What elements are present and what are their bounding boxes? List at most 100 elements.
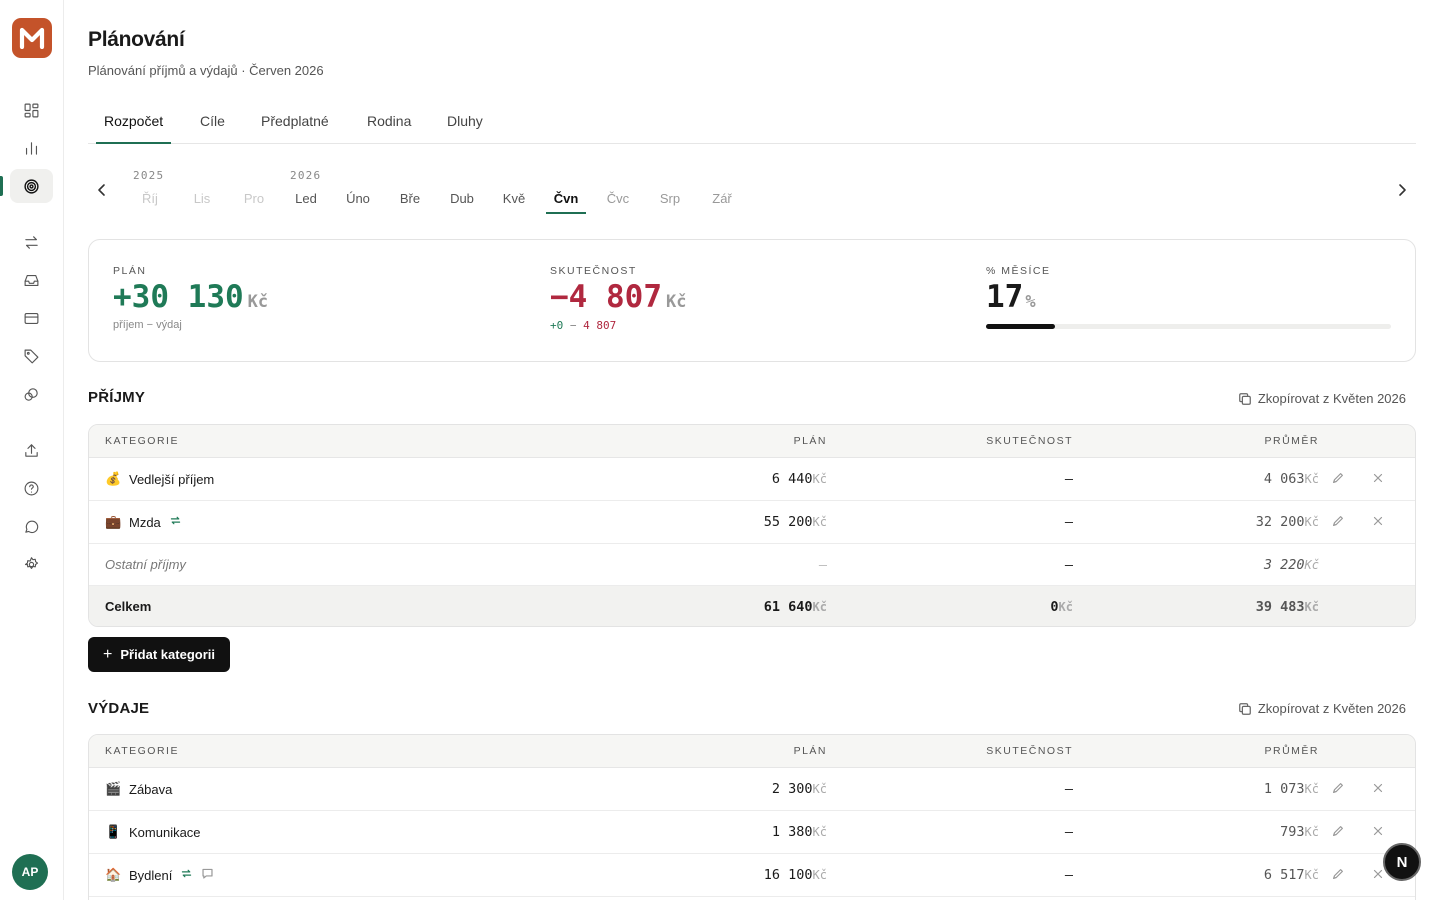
- tab-family[interactable]: Rodina: [359, 113, 419, 144]
- phone-icon: 📱: [105, 824, 122, 839]
- month-item[interactable]: Dub: [442, 191, 482, 212]
- nav-planning[interactable]: [10, 169, 53, 203]
- nav-investments[interactable]: [10, 377, 53, 411]
- month-item[interactable]: Srp: [650, 191, 690, 212]
- col-actual: SKUTEČNOST: [986, 745, 1073, 757]
- month-item[interactable]: Led: [286, 191, 326, 212]
- month-item[interactable]: Lis: [182, 191, 222, 212]
- income-copy-link[interactable]: Zkopírovat z Květen 2026: [1238, 391, 1406, 406]
- delete-button[interactable]: [1371, 824, 1387, 840]
- total-avg-amount: 39 483: [1255, 599, 1305, 615]
- floating-action-button[interactable]: N: [1383, 843, 1421, 881]
- currency: Kč: [1304, 825, 1319, 839]
- table-row[interactable]: 🎬 Zábava 2 300Kč – 1 073Kč: [89, 768, 1415, 811]
- avg-cell: 4 063Kč: [1264, 471, 1319, 487]
- table-row[interactable]: 🏠 Bydlení 16 100Kč – 6 517Kč: [89, 854, 1415, 897]
- month-item[interactable]: Zář: [702, 191, 742, 212]
- currency: Kč: [812, 600, 827, 614]
- plan-cell[interactable]: 1 380Kč: [772, 824, 827, 840]
- nav-help[interactable]: [10, 471, 53, 505]
- category-cell: 💰 Vedlejší příjem: [105, 471, 214, 487]
- summary-plan: PLÁN +30 130 Kč příjem − výdaj: [113, 265, 268, 331]
- pencil-icon: [1333, 869, 1343, 879]
- active-nav-indicator: [0, 176, 3, 196]
- tab-subscriptions[interactable]: Předplatné: [253, 113, 337, 144]
- next-month-button[interactable]: [1394, 182, 1410, 198]
- logo-m-icon: [19, 27, 45, 49]
- month-item[interactable]: Úno: [338, 191, 378, 212]
- nav-transactions[interactable]: [10, 225, 53, 259]
- nav-feedback[interactable]: [10, 509, 53, 543]
- nav-reports[interactable]: [10, 131, 53, 165]
- month-progress-fill: [986, 324, 1055, 329]
- month-item[interactable]: Pro: [234, 191, 274, 212]
- month-progress-bar: [986, 324, 1391, 329]
- app-logo[interactable]: [12, 18, 52, 58]
- plan-cell[interactable]: 2 300Kč: [772, 781, 827, 797]
- delete-button[interactable]: [1371, 514, 1387, 530]
- month-pct-unit: %: [1025, 292, 1036, 312]
- expenses-copy-link[interactable]: Zkopírovat z Květen 2026: [1238, 701, 1406, 716]
- edit-button[interactable]: [1331, 781, 1347, 797]
- avg-amount: 1 073: [1263, 781, 1305, 797]
- currency: Kč: [1304, 868, 1319, 882]
- nav-import[interactable]: [10, 433, 53, 467]
- month-item-active[interactable]: Čvn: [546, 191, 586, 214]
- user-avatar[interactable]: AP: [12, 854, 48, 890]
- plan-cell[interactable]: 16 100Kč: [764, 867, 827, 883]
- tab-goals[interactable]: Cíle: [192, 113, 233, 144]
- nav-accounts[interactable]: [10, 301, 53, 335]
- table-row[interactable]: 💼 Mzda 55 200Kč – 32 200Kč: [89, 501, 1415, 544]
- plan-amount: 2 300: [771, 781, 813, 797]
- nav-inbox[interactable]: [10, 263, 53, 297]
- delete-button[interactable]: [1371, 781, 1387, 797]
- nav-tags[interactable]: [10, 339, 53, 373]
- expenses-table: KATEGORIE PLÁN SKUTEČNOST PRŮMĚR 🎬 Zábav…: [88, 734, 1416, 900]
- month-item[interactable]: Říj: [130, 191, 170, 212]
- add-category-label: Přidat kategorii: [120, 647, 215, 662]
- category-name: Mzda: [129, 514, 161, 530]
- table-row[interactable]: 📱 Komunikace 1 380Kč – 793Kč: [89, 811, 1415, 854]
- pencil-icon: [1333, 826, 1343, 836]
- avg-amount: 4 063: [1263, 471, 1305, 487]
- inbox-icon: [24, 274, 39, 286]
- chevron-left-icon: [98, 184, 105, 196]
- avg-amount: 793: [1280, 824, 1305, 840]
- add-category-button[interactable]: + Přidat kategorii: [88, 637, 230, 672]
- table-row[interactable]: 💰 Vedlejší příjem 6 440Kč – 4 063Kč: [89, 458, 1415, 501]
- actual-cell: –: [1064, 824, 1073, 840]
- month-item[interactable]: Bře: [390, 191, 430, 212]
- col-avg: PRŮMĚR: [1264, 745, 1319, 757]
- col-plan: PLÁN: [793, 745, 827, 757]
- month-item[interactable]: Čvc: [598, 191, 638, 212]
- note-icon[interactable]: [201, 867, 214, 883]
- prev-month-button[interactable]: [94, 182, 110, 198]
- total-actual: 0Kč: [1050, 599, 1073, 615]
- delete-button[interactable]: [1371, 471, 1387, 487]
- month-item[interactable]: Kvě: [494, 191, 534, 212]
- month-selector: 2025 2026 Říj Lis Pro Led Úno Bře Dub Kv…: [88, 160, 1416, 220]
- clapper-icon: 🎬: [105, 781, 122, 796]
- summary-card: PLÁN +30 130 Kč příjem − výdaj SKUTEČNOST…: [88, 239, 1416, 362]
- edit-button[interactable]: [1331, 867, 1347, 883]
- plan-cell[interactable]: 55 200Kč: [764, 514, 827, 530]
- plan-amount: +30 130: [113, 279, 244, 315]
- tab-budget[interactable]: Rozpočet: [96, 113, 172, 144]
- recurring-icon: [169, 514, 182, 530]
- avg-amount: 3 220: [1263, 557, 1305, 573]
- plan-cell[interactable]: 6 440Kč: [772, 471, 827, 487]
- edit-button[interactable]: [1331, 514, 1347, 530]
- copy-icon: [1238, 392, 1251, 405]
- month-pct-value: 17%: [986, 279, 1051, 315]
- edit-button[interactable]: [1331, 824, 1347, 840]
- nav-settings[interactable]: [10, 547, 53, 581]
- category-name: Bydlení: [129, 867, 173, 883]
- plan-label: PLÁN: [113, 265, 147, 277]
- nav-dashboard[interactable]: [10, 93, 53, 127]
- upload-icon: [25, 443, 38, 457]
- target-icon: [24, 178, 39, 194]
- tab-debts[interactable]: Dluhy: [439, 113, 491, 144]
- category-name: Vedlejší příjem: [129, 471, 215, 487]
- edit-button[interactable]: [1331, 471, 1347, 487]
- avg-amount: 6 517: [1263, 867, 1305, 883]
